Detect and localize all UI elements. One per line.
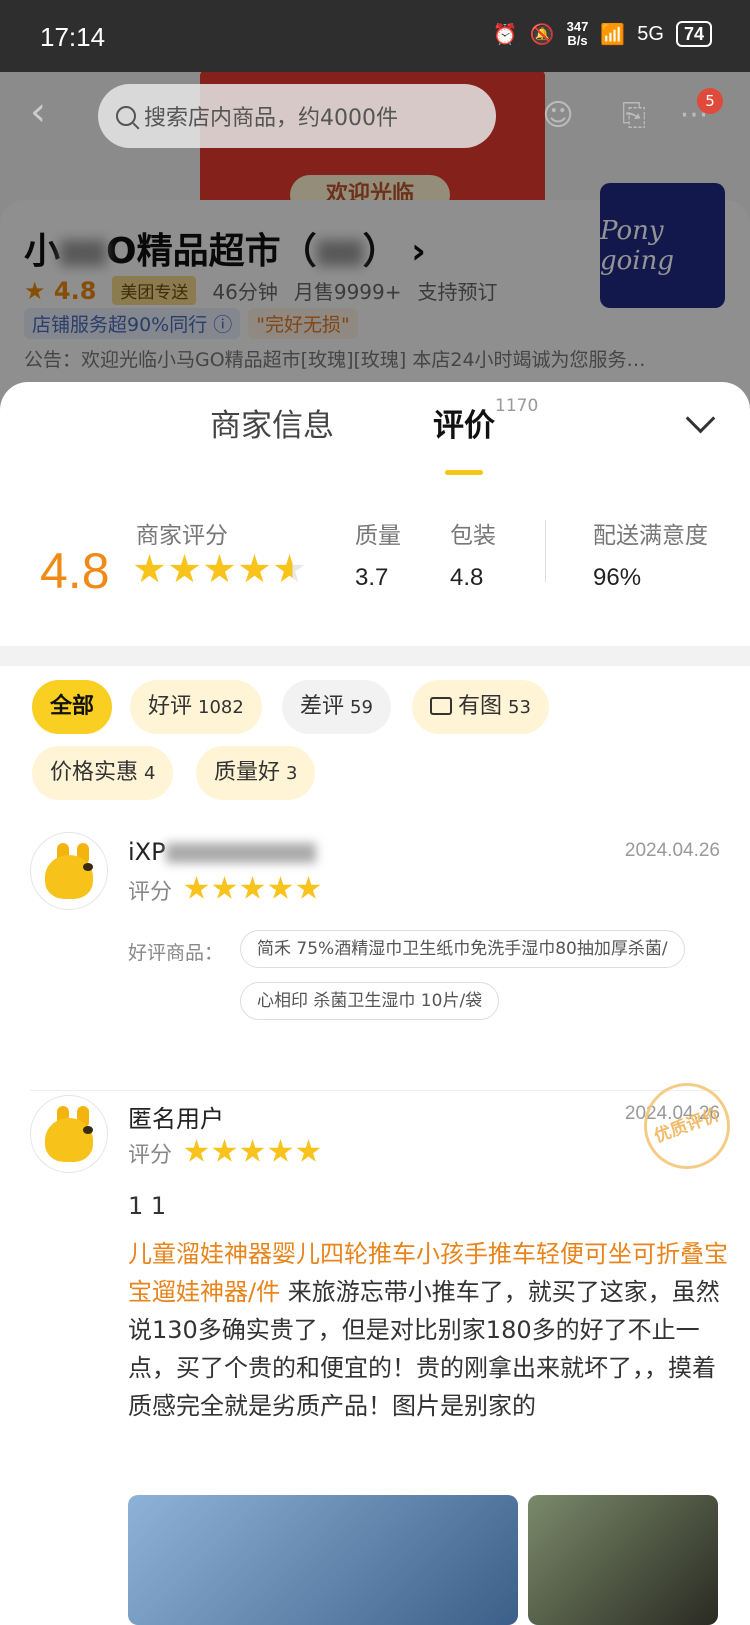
star-icon <box>268 1139 293 1162</box>
filter-all[interactable]: 全部 <box>32 680 113 734</box>
search-input[interactable]: 搜索店内商品，约4000件 <box>98 84 496 148</box>
quality-review-stamp: 优质评价 <box>631 1070 743 1182</box>
status-bar: 17:14 ⏰ 🔕 347 B/s 📶 5G 74 <box>0 0 750 72</box>
image-icon <box>430 697 452 715</box>
battery-indicator: 74 <box>675 21 712 47</box>
review-photo[interactable] <box>528 1495 718 1625</box>
filter-negative[interactable]: 差评 59 <box>282 680 391 734</box>
review-username: iXP <box>128 838 316 866</box>
top-nav: ‹ 搜索店内商品，约4000件 ☺ ⎘ ··· <box>0 80 750 150</box>
merchant-score: 4.8 <box>40 543 110 599</box>
sheet-tabs: 商家信息 评价1170 <box>0 382 750 475</box>
metric-divider <box>545 520 546 582</box>
metric-quality-value: 3.7 <box>355 564 389 591</box>
net-speed: 347 B/s <box>566 19 589 48</box>
avatar[interactable] <box>30 1095 108 1173</box>
star-icon <box>240 876 265 899</box>
tab-active-indicator <box>445 470 483 475</box>
avatar[interactable] <box>30 832 108 910</box>
star-icon <box>274 554 305 583</box>
filter-with-photos[interactable]: 有图 53 <box>412 680 549 734</box>
star-icon <box>184 1139 209 1162</box>
metric-packaging-value: 4.8 <box>450 564 484 591</box>
star-icon <box>212 1139 237 1162</box>
message-badge: 5 <box>697 88 723 114</box>
star-icon <box>296 1139 321 1162</box>
reviews-sheet: 商家信息 评价1170 4.8 商家评分 质量 3.7 包装 4.8 配送满意度… <box>0 382 750 1625</box>
metric-delivery-label: 配送满意度 <box>593 523 708 549</box>
merchant-stars <box>134 554 305 585</box>
review-body: 儿童溜娃神器婴儿四轮推车小孩手推车轻便可坐可折叠宝宝遛娃神器/件 来旅游忘带小推… <box>128 1240 728 1420</box>
search-icon <box>116 106 136 126</box>
star-icon <box>134 554 165 583</box>
merchant-score-label: 商家评分 <box>136 523 228 549</box>
back-icon[interactable]: ‹ <box>30 92 70 134</box>
chevron-down-icon[interactable] <box>684 406 716 438</box>
review-photo[interactable] <box>128 1495 518 1625</box>
customer-service-icon[interactable]: ☺ <box>536 94 580 138</box>
star-icon <box>212 876 237 899</box>
review-score-label: 评分 <box>128 1143 173 1168</box>
tab-merchant-info[interactable]: 商家信息 <box>210 400 334 445</box>
network-type: 5G <box>637 22 664 45</box>
star-icon <box>184 876 209 899</box>
review-stars <box>184 876 321 901</box>
status-icons: ⏰ 🔕 347 B/s 📶 5G 74 <box>493 20 712 48</box>
star-icon <box>240 1139 265 1162</box>
star-icon <box>296 876 321 899</box>
metric-delivery-value: 96% <box>593 564 642 591</box>
wifi-icon: 📶 <box>600 23 626 46</box>
star-icon <box>204 554 235 583</box>
review-short-text: 1 1 <box>128 1192 167 1220</box>
mute-icon: 🔕 <box>529 23 555 46</box>
star-icon <box>268 876 293 899</box>
goods-label: 好评商品： <box>128 942 224 964</box>
tab-reviews[interactable]: 评价1170 <box>433 396 538 445</box>
status-time: 17:14 <box>40 22 106 52</box>
metric-packaging-label: 包装 <box>450 523 496 549</box>
goods-chip[interactable]: 心相印 杀菌卫生湿巾 10片/袋 <box>240 982 500 1020</box>
review-stars <box>184 1139 321 1164</box>
review-date: 2024.04.26 <box>624 840 720 861</box>
review-divider <box>30 1090 720 1091</box>
star-icon <box>169 554 200 583</box>
share-icon[interactable]: ⎘ <box>612 94 656 138</box>
metric-quality-label: 质量 <box>355 523 401 549</box>
star-icon <box>239 554 270 583</box>
review-score-label: 评分 <box>128 880 173 905</box>
section-separator <box>0 646 750 666</box>
review-username: 匿名用户 <box>128 1105 224 1133</box>
filter-good-price[interactable]: 价格实惠 4 <box>32 746 174 800</box>
alarm-icon: ⏰ <box>492 23 518 46</box>
score-summary: 4.8 商家评分 质量 3.7 包装 4.8 配送满意度 96% <box>0 502 750 612</box>
filter-positive[interactable]: 好评 1082 <box>130 680 262 734</box>
goods-chip[interactable]: 简禾 75%酒精湿巾卫生纸巾免洗手湿巾80抽加厚杀菌/ <box>240 930 685 968</box>
filter-good-quality[interactable]: 质量好 3 <box>196 746 316 800</box>
review-count: 1170 <box>495 396 539 416</box>
search-placeholder: 搜索店内商品，约4000件 <box>144 106 398 131</box>
